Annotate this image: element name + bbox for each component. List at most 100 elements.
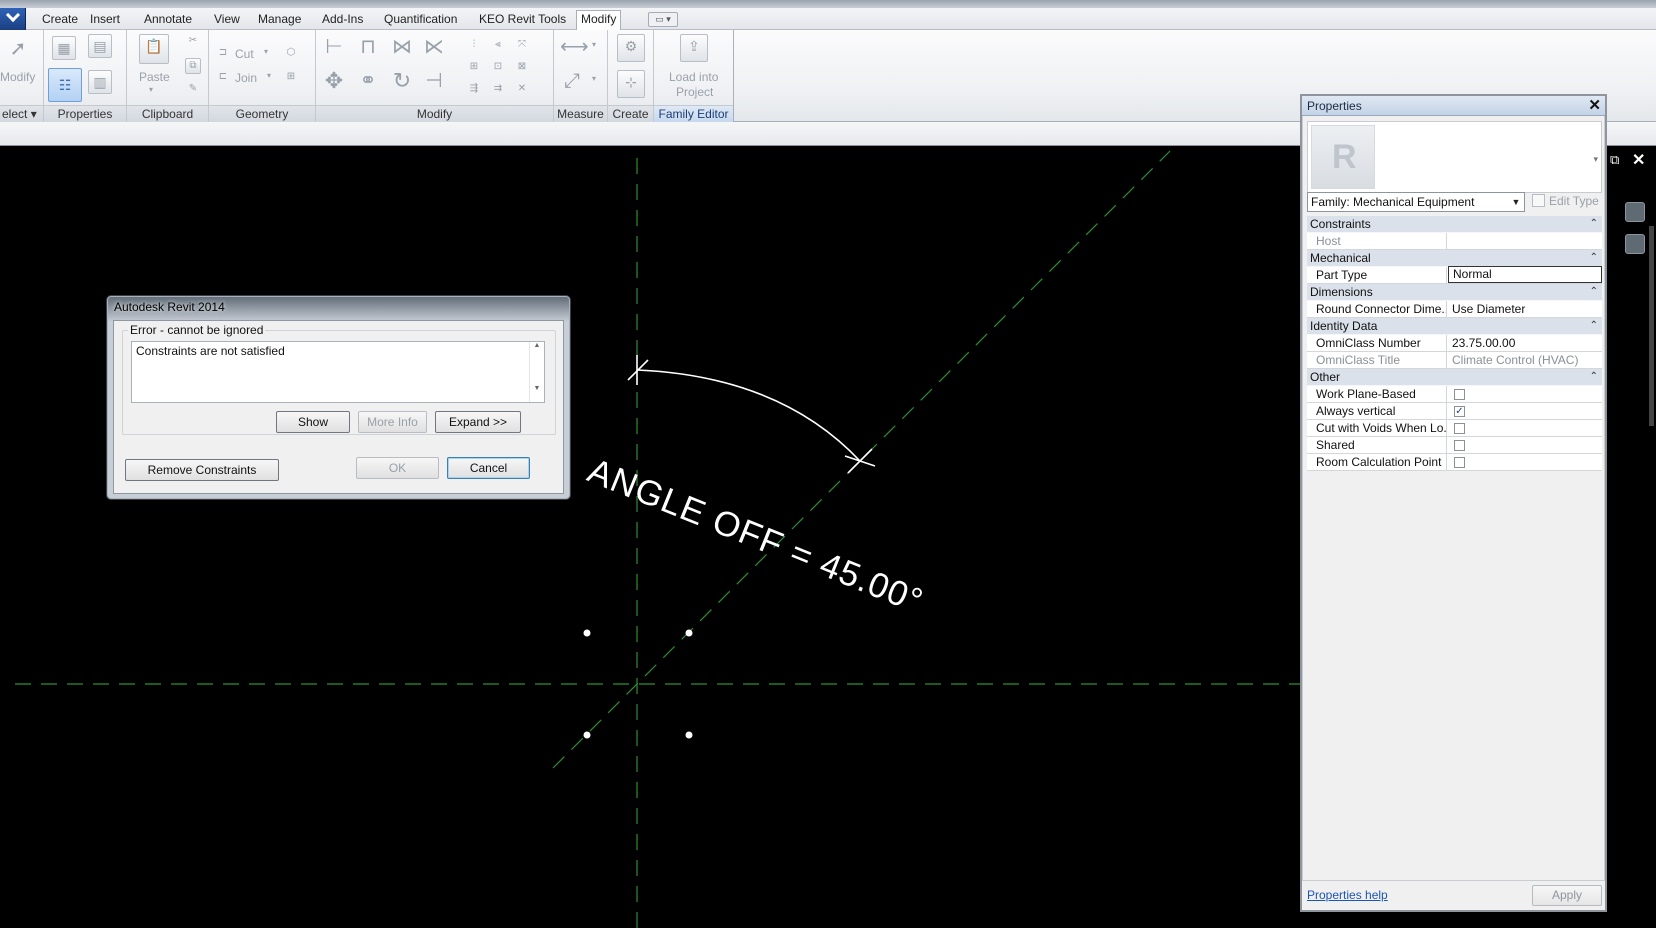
connector-point[interactable] <box>583 629 591 637</box>
properties-help-link[interactable]: Properties help <box>1307 888 1388 902</box>
restore-view-icon[interactable]: ⧉ <box>1610 152 1619 168</box>
scroll-up-icon[interactable]: ▲ <box>530 342 544 349</box>
group-constraints[interactable]: Constraints ⌃ <box>1307 216 1602 233</box>
expand-button[interactable]: Expand >> <box>435 411 521 433</box>
match-properties-icon[interactable]: ✎ <box>185 82 201 98</box>
error-scrollbar[interactable]: ▲ ▼ <box>529 342 544 402</box>
copy-icon[interactable]: ⧉ <box>185 58 201 74</box>
collapse-icon[interactable]: ⌃ <box>1590 284 1598 300</box>
dialog-title[interactable]: Autodesk Revit 2014 <box>114 300 225 314</box>
cut-icon[interactable]: ✂ <box>185 34 201 50</box>
zoom-icon[interactable] <box>1625 234 1645 254</box>
mirror-draw-icon[interactable]: ⋉ <box>422 36 446 60</box>
properties-title-bar[interactable]: Properties ✕ <box>1302 96 1605 116</box>
tab-create[interactable]: Create <box>38 11 82 30</box>
show-button[interactable]: Show <box>276 411 350 433</box>
rotate-icon[interactable]: ↻ <box>390 70 414 94</box>
copy-element-icon[interactable]: ⚭ <box>356 70 380 94</box>
cut-with-voids-checkbox[interactable] <box>1454 423 1465 434</box>
type-properties-icon[interactable]: ▥ <box>88 70 112 94</box>
ribbon-minimize-toggle[interactable]: ▭ ▾ <box>648 12 678 27</box>
cancel-button[interactable]: Cancel <box>447 457 530 479</box>
modify-tool-label[interactable]: Modify <box>0 70 35 84</box>
error-message-box[interactable]: Constraints are not satisfied ▲ ▼ <box>131 341 545 403</box>
property-row-omniclass-title[interactable]: OmniClass Title Climate Control (HVAC) <box>1307 352 1602 369</box>
collapse-icon[interactable]: ⌃ <box>1590 369 1598 385</box>
steering-wheel-icon[interactable] <box>1625 202 1645 222</box>
nav-bar-scroll[interactable] <box>1649 226 1654 426</box>
property-row-work-plane-based[interactable]: Work Plane-Based <box>1307 386 1602 403</box>
array-icon[interactable]: ⊞ <box>466 60 482 76</box>
split-element-icon[interactable]: ⫶ <box>466 38 482 54</box>
group-mechanical[interactable]: Mechanical ⌃ <box>1307 250 1602 267</box>
edit-type-button[interactable]: Edit Type <box>1532 194 1599 208</box>
property-row-part-type[interactable]: Part Type Normal <box>1307 266 1602 284</box>
align-icon[interactable]: ⊢ <box>322 36 346 60</box>
paste-label[interactable]: Paste <box>139 70 170 84</box>
cope-icon[interactable]: ⊐ <box>215 46 231 62</box>
remove-constraints-button[interactable]: Remove Constraints <box>125 459 279 481</box>
join-icon[interactable]: ⊏ <box>215 70 231 86</box>
application-menu-button[interactable] <box>0 7 26 30</box>
connector-point[interactable] <box>583 731 591 739</box>
paste-dropdown-icon[interactable]: ▾ <box>149 85 153 94</box>
trim-extend-icon[interactable]: ⊣ <box>422 70 446 94</box>
tab-view[interactable]: View <box>210 11 244 30</box>
collapse-icon[interactable]: ⌃ <box>1590 250 1598 266</box>
type-selector-preview[interactable]: R ▾ <box>1307 121 1602 193</box>
trim-multiple-icon[interactable]: ⇉ <box>490 82 506 98</box>
apply-button[interactable]: Apply <box>1532 885 1602 906</box>
work-plane-based-checkbox[interactable] <box>1454 389 1465 400</box>
collapse-icon[interactable]: ⌃ <box>1590 216 1598 232</box>
split-gap-icon[interactable]: ⫷ <box>490 38 506 54</box>
dimension-dropdown-icon[interactable]: ▾ <box>592 74 596 83</box>
tab-modify[interactable]: Modify <box>576 10 622 31</box>
paste-icon[interactable]: 📋 <box>139 34 169 64</box>
pin-icon[interactable]: ⊠ <box>514 60 530 76</box>
group-identity-data[interactable]: Identity Data ⌃ <box>1307 318 1602 335</box>
room-calculation-point-checkbox[interactable] <box>1454 457 1465 468</box>
unpin-icon[interactable]: ⤧ <box>514 38 530 54</box>
tab-insert[interactable]: Insert <box>86 11 124 30</box>
tab-keo-revit-tools[interactable]: KEO Revit Tools <box>475 11 570 30</box>
tab-quantification[interactable]: Quantification <box>380 11 461 30</box>
delete-icon[interactable]: ✕ <box>514 82 530 98</box>
load-into-project-icon[interactable]: ⇪ <box>680 34 708 62</box>
close-view-icon[interactable]: ✕ <box>1632 150 1645 170</box>
wall-joins-icon[interactable]: ⬡ <box>283 46 299 62</box>
join-geometry-label[interactable]: Join <box>235 71 257 85</box>
scale-icon[interactable]: ⊡ <box>490 60 506 76</box>
split-face-icon[interactable]: ⊞ <box>283 70 299 86</box>
cut-geometry-label[interactable]: Cut <box>235 47 254 61</box>
tab-manage[interactable]: Manage <box>254 11 305 30</box>
offset-icon[interactable]: ⊓ <box>356 36 380 60</box>
shared-checkbox[interactable] <box>1454 440 1465 451</box>
property-row-omniclass-number[interactable]: OmniClass Number 23.75.00.00 <box>1307 335 1602 352</box>
select-dropdown[interactable]: elect ▾ <box>0 105 43 122</box>
measure-dropdown-icon[interactable]: ▾ <box>592 40 596 49</box>
scroll-down-icon[interactable]: ▼ <box>530 385 544 392</box>
property-row-room-calc-point[interactable]: Room Calculation Point <box>1307 454 1602 471</box>
trim-single-icon[interactable]: ⇶ <box>466 82 482 98</box>
type-selector-dropdown-icon[interactable]: ▾ <box>1593 154 1598 165</box>
create-group-icon[interactable]: ⊹ <box>617 70 645 98</box>
property-row-round-connector[interactable]: Round Connector Dime... Use Diameter <box>1307 301 1602 318</box>
tab-annotate[interactable]: Annotate <box>140 11 196 30</box>
move-icon[interactable]: ✥ <box>322 70 346 94</box>
property-row-cut-with-voids[interactable]: Cut with Voids When Lo... <box>1307 420 1602 437</box>
group-dimensions[interactable]: Dimensions ⌃ <box>1307 284 1602 301</box>
tab-add-ins[interactable]: Add-Ins <box>318 11 367 30</box>
property-row-shared[interactable]: Shared <box>1307 437 1602 454</box>
drawing-canvas[interactable] <box>0 146 1300 928</box>
properties-icon[interactable]: ☷ <box>48 68 82 102</box>
property-row-host[interactable]: Host <box>1307 233 1602 250</box>
angular-dimension-arc[interactable] <box>636 369 861 462</box>
family-types-icon[interactable]: ▤ <box>88 34 112 58</box>
group-other[interactable]: Other ⌃ <box>1307 369 1602 386</box>
measure-icon[interactable]: ⟷ <box>560 36 589 60</box>
family-category-select[interactable]: Family: Mechanical Equipment ▼ <box>1307 192 1525 212</box>
load-into-label[interactable]: Load into <box>669 70 718 84</box>
always-vertical-checkbox[interactable]: ✓ <box>1454 406 1465 417</box>
part-type-field[interactable]: Normal <box>1448 266 1602 283</box>
collapse-icon[interactable]: ⌃ <box>1590 318 1598 334</box>
